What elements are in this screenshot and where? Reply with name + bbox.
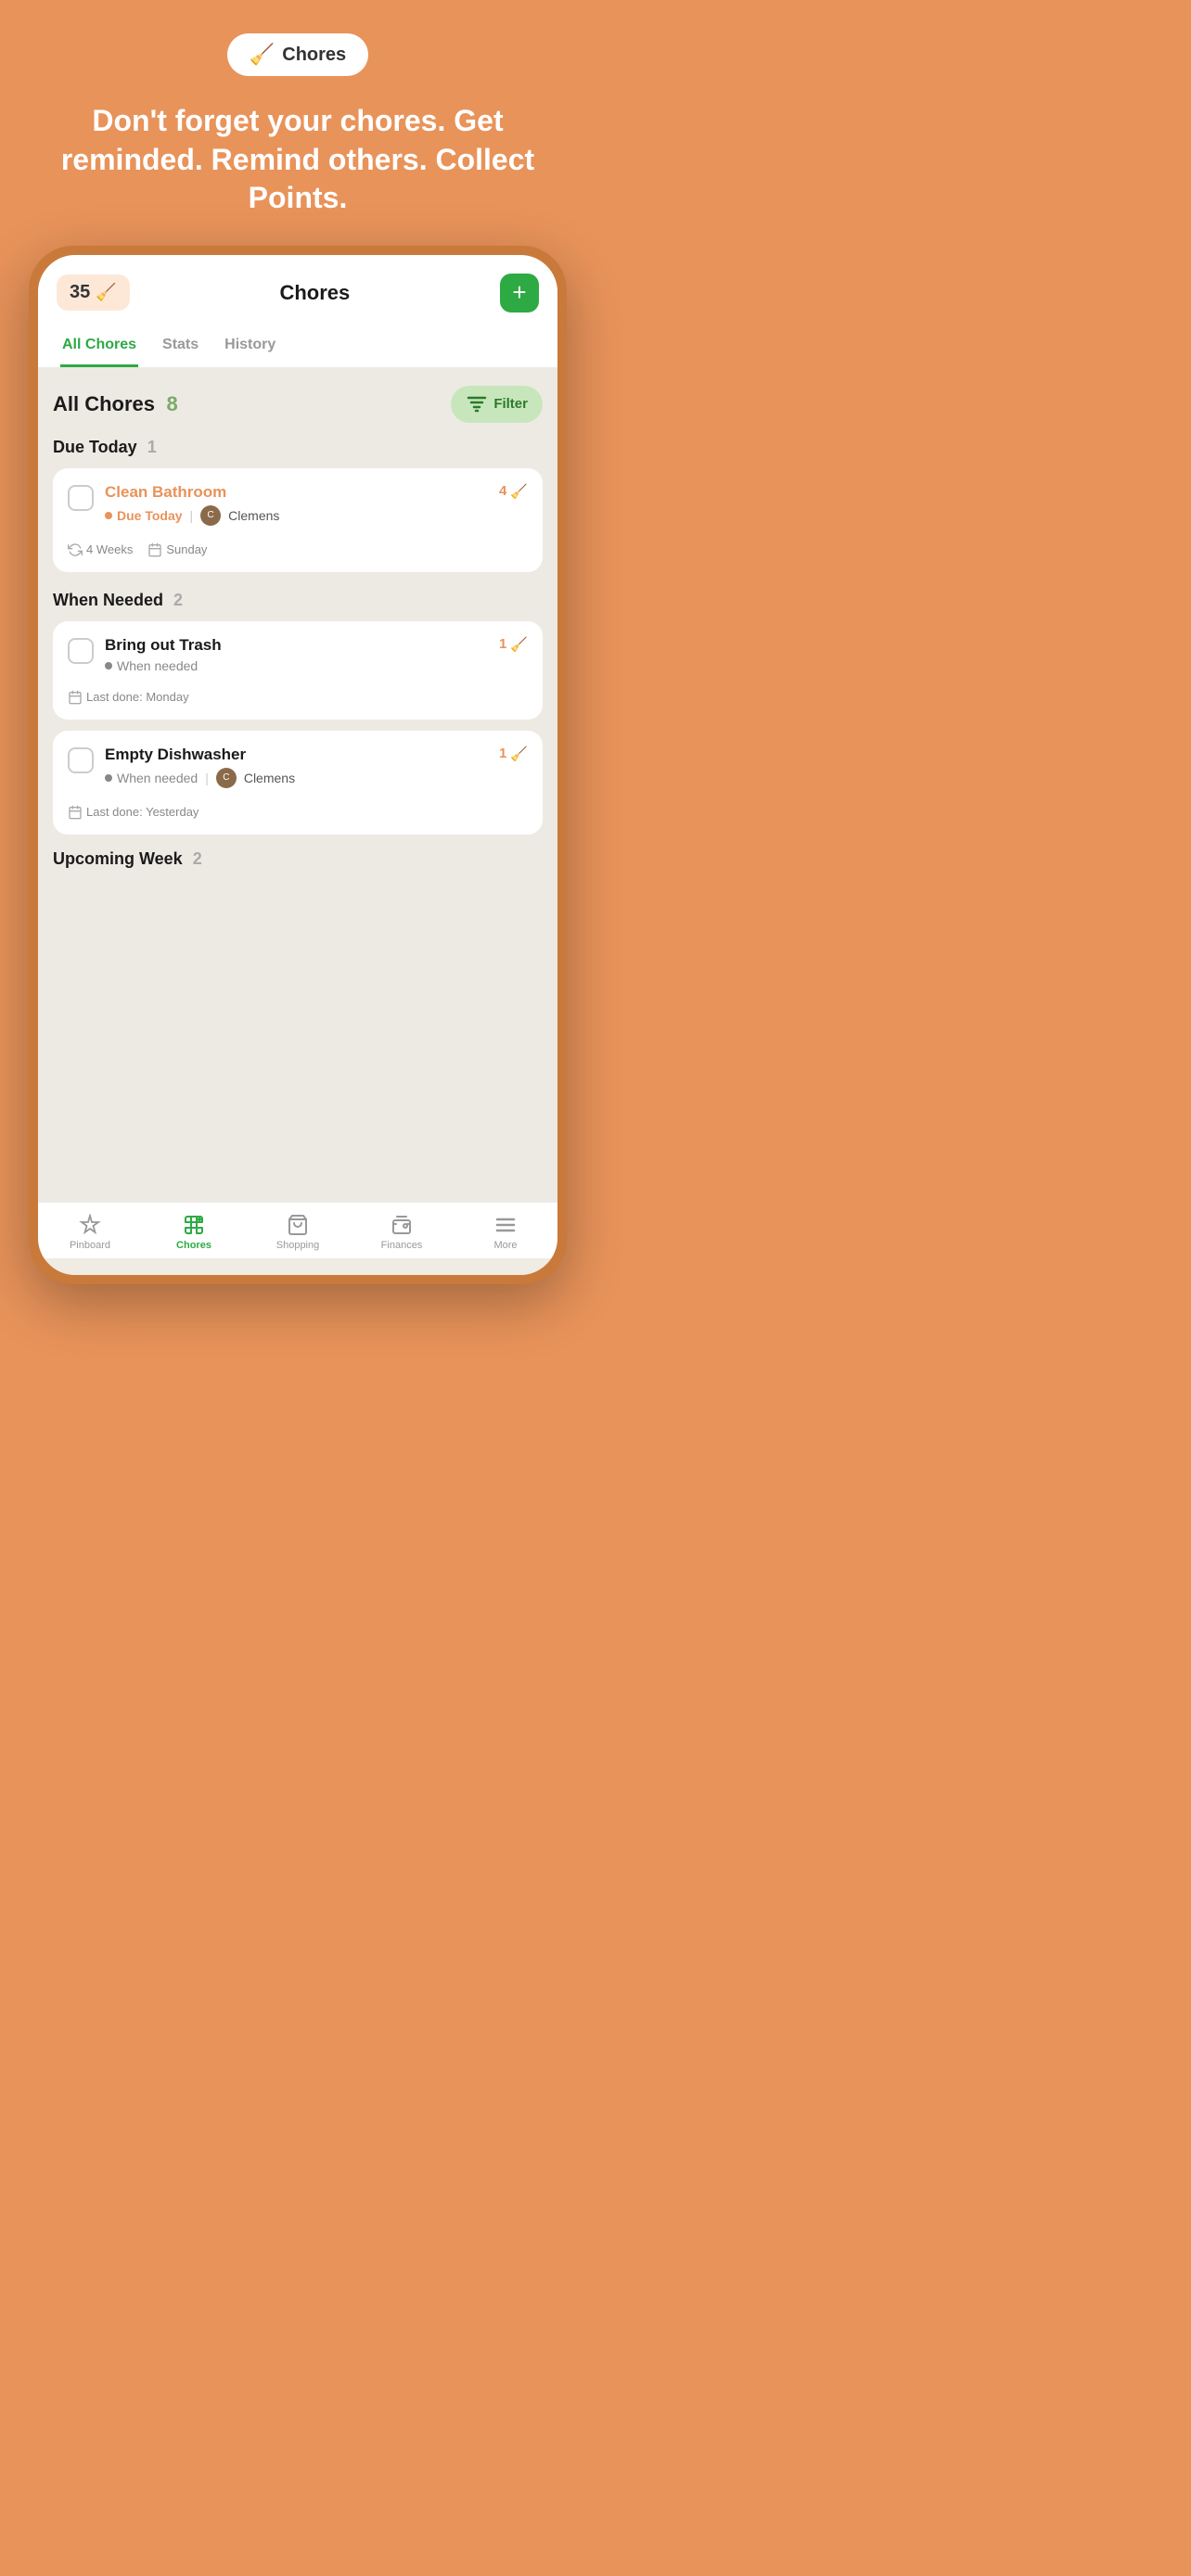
chore-card-top-trash: Bring out Trash When needed 1 🧹 [68, 636, 528, 673]
tab-stats[interactable]: Stats [160, 327, 200, 367]
chore-points-trash: 1 🧹 [499, 636, 528, 653]
app-header-top: 35 🧹 Chores + [57, 274, 539, 312]
app-badge: 🧹 Chores [227, 33, 368, 76]
when-needed-status-dishwasher: When needed [105, 771, 198, 785]
assignee-avatar-clemens-2: C [216, 768, 237, 788]
finances-icon [391, 1214, 413, 1236]
when-needed-status-trash: When needed [105, 658, 198, 673]
shopping-icon [287, 1214, 309, 1236]
all-chores-title-group: All Chores 8 [53, 392, 178, 416]
last-done-detail-dishwasher: Last done: Yesterday [68, 805, 198, 820]
assignee-avatar-clemens: C [200, 505, 221, 526]
phone-mockup: 35 🧹 Chores + All Chores Stats History [29, 246, 567, 1284]
chore-name-dishwasher: Empty Dishwasher [105, 746, 488, 764]
chore-meta-dishwasher: When needed | C Clemens [105, 768, 488, 788]
app-header: 35 🧹 Chores + All Chores Stats History [38, 255, 557, 367]
recurrence-detail: 4 Weeks [68, 542, 133, 557]
when-needed-dot-2 [105, 774, 112, 782]
top-badge-area: 🧹 Chores [0, 0, 596, 83]
calendar-icon-trash [68, 690, 83, 705]
when-needed-count: 2 [173, 591, 183, 609]
chore-details-clean-bathroom: 4 Weeks Sunday [68, 535, 528, 557]
nav-item-more[interactable]: More [454, 1214, 557, 1251]
content-area: All Chores 8 Filter Due Today 1 [38, 367, 557, 1202]
calendar-icon-dishwasher [68, 805, 83, 820]
more-icon [494, 1214, 517, 1236]
filter-button[interactable]: Filter [451, 386, 543, 423]
when-needed-dot [105, 662, 112, 670]
badge-chores-icon: 🧹 [250, 43, 275, 67]
chore-meta-clean-bathroom: Due Today | C Clemens [105, 505, 488, 526]
all-chores-section-header: All Chores 8 Filter [53, 386, 543, 423]
points-icon-clean-bathroom: 🧹 [510, 483, 528, 500]
chore-checkbox-clean-bathroom[interactable] [68, 485, 94, 511]
nav-label-pinboard: Pinboard [70, 1240, 110, 1251]
due-today-section: Due Today 1 Clean Bathroom Due Today [53, 438, 543, 572]
phone-inner: 35 🧹 Chores + All Chores Stats History [38, 255, 557, 1275]
last-done-detail-trash: Last done: Monday [68, 690, 189, 705]
points-icon: 🧹 [96, 283, 116, 302]
chore-card-empty-dishwasher: Empty Dishwasher When needed | C Clemens [53, 731, 543, 835]
chore-details-trash: Last done: Monday [68, 682, 528, 705]
all-chores-title: All Chores [53, 392, 155, 415]
assignee-name-clean-bathroom: Clemens [228, 508, 279, 523]
points-badge: 35 🧹 [57, 274, 130, 311]
tabs-container: All Chores Stats History [57, 327, 539, 367]
nav-item-chores[interactable]: Chores [142, 1214, 246, 1251]
chore-info-clean-bathroom: Clean Bathroom Due Today | C Clemens [105, 483, 488, 526]
assignee-name-dishwasher: Clemens [244, 771, 295, 785]
bottom-nav: Pinboard Chores Shopping [38, 1202, 557, 1258]
chore-points-dishwasher: 1 🧹 [499, 746, 528, 762]
tab-history[interactable]: History [223, 327, 277, 367]
calendar-icon [147, 542, 162, 557]
points-number: 35 [70, 282, 90, 303]
points-icon-trash: 🧹 [510, 636, 528, 653]
hero-text: Don't forget your chores. Get reminded. … [0, 83, 596, 246]
recurrence-icon [68, 542, 83, 557]
due-today-count: 1 [147, 438, 157, 456]
upcoming-week-title: Upcoming Week 2 [53, 846, 543, 876]
filter-icon [466, 393, 488, 415]
upcoming-week-count: 2 [193, 849, 202, 868]
chore-card-bring-out-trash: Bring out Trash When needed 1 🧹 [53, 621, 543, 720]
nav-label-chores: Chores [176, 1240, 211, 1251]
nav-item-finances[interactable]: Finances [350, 1214, 454, 1251]
chore-name-clean-bathroom: Clean Bathroom [105, 483, 488, 502]
nav-label-finances: Finances [381, 1240, 423, 1251]
chore-name-trash: Bring out Trash [105, 636, 488, 655]
upcoming-week-section: Upcoming Week 2 [53, 846, 543, 876]
due-dot [105, 512, 112, 519]
chore-info-trash: Bring out Trash When needed [105, 636, 488, 673]
chore-info-dishwasher: Empty Dishwasher When needed | C Clemens [105, 746, 488, 788]
add-chore-button[interactable]: + [500, 274, 539, 312]
nav-label-more: More [493, 1240, 517, 1251]
when-needed-section: When Needed 2 Bring out Trash When neede… [53, 591, 543, 835]
chore-points-clean-bathroom: 4 🧹 [499, 483, 528, 500]
bottom-spacer [0, 1284, 596, 1321]
chore-card-top-dishwasher: Empty Dishwasher When needed | C Clemens [68, 746, 528, 788]
chore-checkbox-trash[interactable] [68, 638, 94, 664]
schedule-detail: Sunday [147, 542, 207, 557]
nav-item-shopping[interactable]: Shopping [246, 1214, 350, 1251]
chore-card-clean-bathroom: Clean Bathroom Due Today | C Clemens [53, 468, 543, 572]
chore-card-top: Clean Bathroom Due Today | C Clemens [68, 483, 528, 526]
badge-label: Chores [282, 45, 346, 66]
chore-checkbox-dishwasher[interactable] [68, 747, 94, 773]
tab-all-chores[interactable]: All Chores [60, 327, 138, 367]
chores-nav-icon [183, 1214, 205, 1236]
pinboard-icon [79, 1214, 101, 1236]
chore-meta-trash: When needed [105, 658, 488, 673]
page-title: Chores [279, 281, 350, 305]
when-needed-title: When Needed 2 [53, 591, 543, 610]
due-today-title: Due Today 1 [53, 438, 543, 457]
points-icon-dishwasher: 🧹 [510, 746, 528, 762]
nav-item-pinboard[interactable]: Pinboard [38, 1214, 142, 1251]
due-today-label: Due Today [105, 508, 183, 523]
all-chores-count: 8 [166, 392, 177, 415]
chore-details-dishwasher: Last done: Yesterday [68, 797, 528, 820]
nav-label-shopping: Shopping [276, 1240, 320, 1251]
